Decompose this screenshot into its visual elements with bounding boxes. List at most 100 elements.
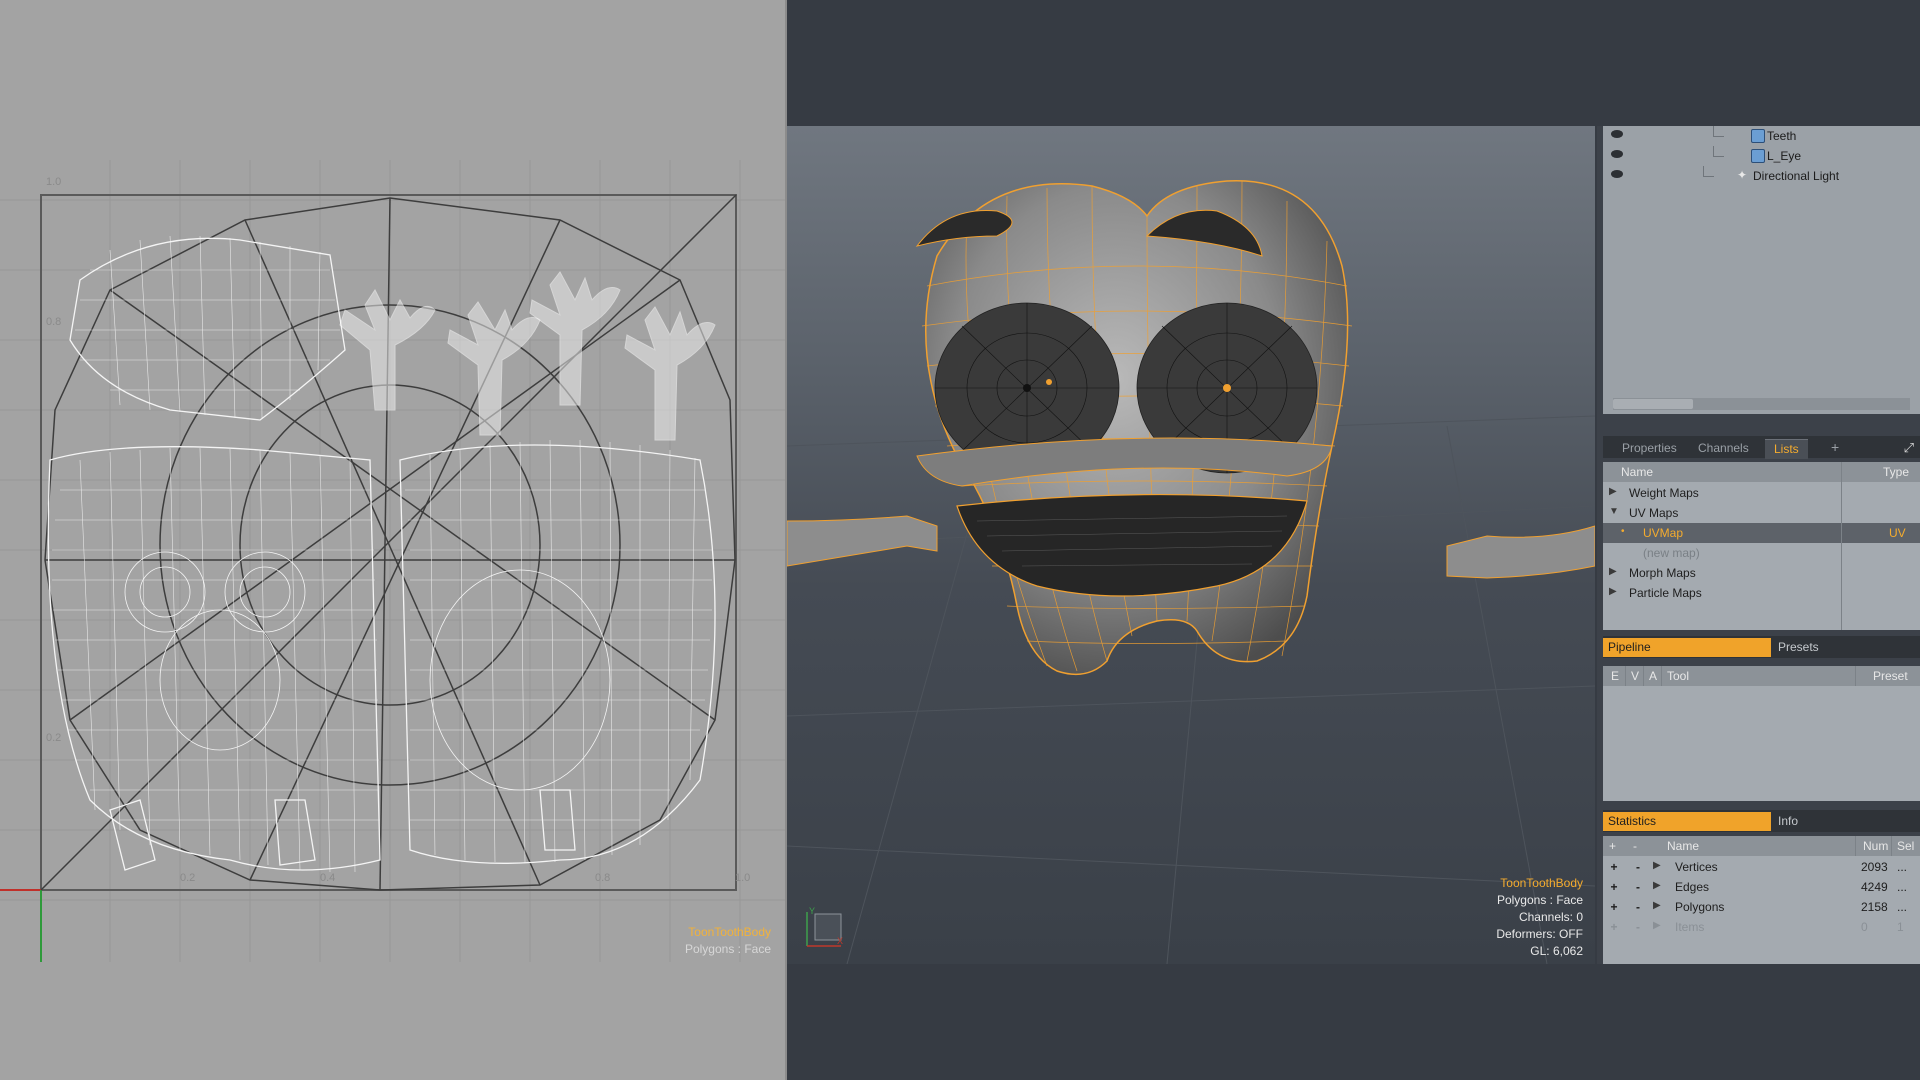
viewport-object-name: ToonToothBody [1500, 876, 1583, 890]
item-row-teeth[interactable]: Teeth [1603, 126, 1920, 146]
expand-arrow-icon[interactable]: ▶ [1653, 880, 1661, 891]
expand-arrow-icon[interactable]: ▶ [1653, 920, 1661, 931]
list-item-uvmap[interactable]: • UVMap UV [1603, 523, 1920, 543]
remove-selection-button[interactable]: - [1631, 880, 1645, 894]
column-v-header[interactable]: V [1631, 669, 1639, 683]
visibility-eye-icon[interactable] [1611, 130, 1623, 138]
uv-tick-u-1.0: 1.0 [735, 872, 751, 884]
lists-panel[interactable]: Name Type ▶ Weight Maps ▼ UV Maps • UVMa… [1603, 462, 1920, 630]
add-tab-button[interactable]: + [1831, 439, 1839, 455]
stat-row-vertices[interactable]: + - ▶ Vertices 2093 ... [1603, 857, 1920, 877]
tab-statistics[interactable]: Statistics [1603, 812, 1771, 831]
viewport-selection-mode: Polygons : Face [1496, 893, 1583, 907]
uv-tick-v-0.8: 0.8 [46, 316, 62, 328]
uv-tick-v-1.0: 1.0 [46, 176, 62, 188]
item-label: Directional Light [1753, 169, 1840, 183]
item-row-directional-light[interactable]: ✦ Directional Light [1603, 166, 1920, 186]
mesh-icon [1751, 129, 1765, 143]
statistics-panel[interactable]: + - Name Num Sel + - ▶ Vertices 2093 ...… [1603, 836, 1920, 964]
viewport-gl-count: GL: 6,062 [1530, 944, 1583, 958]
maximize-icon[interactable]: ⤢ [1904, 440, 1914, 456]
axis-y-label: Y [809, 906, 815, 916]
axis-x-label: X [837, 936, 843, 946]
axis-gizmo-icon: Y X [806, 906, 843, 947]
stat-row-items[interactable]: + - ▶ Items 0 1 [1603, 917, 1920, 937]
tab-lists[interactable]: Lists [1765, 439, 1808, 459]
stat-num: 0 [1861, 920, 1868, 934]
items-list-panel[interactable]: Teeth L_Eye ✦ Directional Light [1603, 126, 1920, 414]
expand-arrow-icon[interactable]: ▶ [1653, 900, 1661, 911]
column-tool-header[interactable]: Tool [1667, 669, 1689, 683]
column-minus-header: - [1633, 839, 1637, 853]
stat-row-edges[interactable]: + - ▶ Edges 4249 ... [1603, 877, 1920, 897]
add-selection-button[interactable]: + [1607, 880, 1621, 894]
tab-channels[interactable]: Channels [1689, 439, 1758, 458]
stat-num: 2158 [1861, 900, 1888, 914]
list-item-label: (new map) [1643, 546, 1700, 560]
scrollbar-thumb[interactable] [1613, 399, 1693, 409]
items-horizontal-scrollbar[interactable] [1613, 398, 1910, 410]
column-type-header[interactable]: Type [1883, 465, 1909, 479]
stat-sel: ... [1897, 860, 1908, 874]
remove-selection-button[interactable]: - [1631, 900, 1645, 914]
tooth-model-render [787, 180, 1595, 964]
tab-info[interactable]: Info [1773, 812, 1798, 831]
viewport-overlay-info: ToonToothBody Polygons : Face Channels: … [1496, 875, 1583, 960]
list-item-morph-maps[interactable]: ▶ Morph Maps [1603, 563, 1920, 583]
uv-canvas[interactable]: 1.0 0.8 0.2 0.2 0.4 0.8 1.0 [0, 160, 785, 962]
expand-arrow-icon[interactable]: ▶ [1609, 566, 1617, 577]
column-e-header[interactable]: E [1611, 669, 1619, 683]
stat-name: Items [1675, 920, 1705, 934]
visibility-eye-icon[interactable] [1611, 150, 1623, 158]
uv-overlay-info: ToonToothBody Polygons : Face [685, 924, 771, 958]
add-selection-button[interactable]: + [1607, 920, 1621, 934]
remove-selection-button[interactable]: - [1631, 860, 1645, 874]
list-item-particle-maps[interactable]: ▶ Particle Maps [1603, 583, 1920, 603]
stat-num: 4249 [1861, 880, 1888, 894]
column-name-header[interactable]: Name [1667, 839, 1699, 853]
item-row-l-eye[interactable]: L_Eye [1603, 146, 1920, 166]
column-separator [1855, 836, 1856, 856]
uv-viewport[interactable]: 1.0 0.8 0.2 0.2 0.4 0.8 1.0 ToonToothBod… [0, 0, 787, 1080]
visibility-eye-icon[interactable] [1611, 170, 1623, 178]
list-item-new-map[interactable]: (new map) [1603, 543, 1920, 563]
perspective-viewport[interactable]: Y X ToonToothBody Polygons : Face Channe… [787, 126, 1595, 964]
list-item-weight-maps[interactable]: ▶ Weight Maps [1603, 483, 1920, 503]
uv-tick-u-0.2: 0.2 [180, 872, 196, 884]
uv-object-name: ToonToothBody [688, 925, 771, 939]
lists-header: Name Type [1603, 462, 1920, 482]
collapse-arrow-icon[interactable]: ▼ [1609, 506, 1619, 517]
list-item-label: UV Maps [1629, 506, 1679, 520]
pipeline-panel[interactable]: E V A Tool Preset [1603, 666, 1920, 801]
column-preset-header[interactable]: Preset [1873, 669, 1908, 683]
uv-grid-and-mesh [0, 160, 785, 962]
expand-arrow-icon[interactable]: ▶ [1653, 860, 1661, 871]
stat-sel: ... [1897, 900, 1908, 914]
list-item-label: UVMap [1643, 526, 1684, 540]
properties-tabbar: Properties Channels Lists + ⤢ [1603, 436, 1920, 459]
column-separator [1841, 462, 1842, 482]
item-label: Teeth [1767, 129, 1797, 143]
statistics-tabbar: Statistics Info [1603, 810, 1920, 832]
light-icon: ✦ [1737, 168, 1748, 182]
add-selection-button[interactable]: + [1607, 900, 1621, 914]
uv-tick-u-0.4: 0.4 [320, 872, 336, 884]
column-sel-header[interactable]: Sel [1897, 839, 1914, 853]
pipeline-tabbar: Pipeline Presets [1603, 636, 1920, 658]
tab-presets[interactable]: Presets [1773, 638, 1819, 657]
tab-properties[interactable]: Properties [1613, 439, 1686, 458]
column-separator [1855, 666, 1856, 686]
right-panel-stack: Teeth L_Eye ✦ Directional Light Properti… [1597, 126, 1920, 964]
stat-row-polygons[interactable]: + - ▶ Polygons 2158 ... [1603, 897, 1920, 917]
expand-arrow-icon[interactable]: ▶ [1609, 486, 1617, 497]
viewport-channels: Channels: 0 [1518, 910, 1583, 924]
stat-sel: 1 [1897, 920, 1904, 934]
add-selection-button[interactable]: + [1607, 860, 1621, 874]
remove-selection-button[interactable]: - [1631, 920, 1645, 934]
list-item-uv-maps[interactable]: ▼ UV Maps [1603, 503, 1920, 523]
column-num-header[interactable]: Num [1863, 839, 1888, 853]
column-a-header[interactable]: A [1649, 669, 1657, 683]
column-name-header[interactable]: Name [1621, 465, 1653, 479]
expand-arrow-icon[interactable]: ▶ [1609, 586, 1617, 597]
tab-pipeline[interactable]: Pipeline [1603, 638, 1771, 657]
